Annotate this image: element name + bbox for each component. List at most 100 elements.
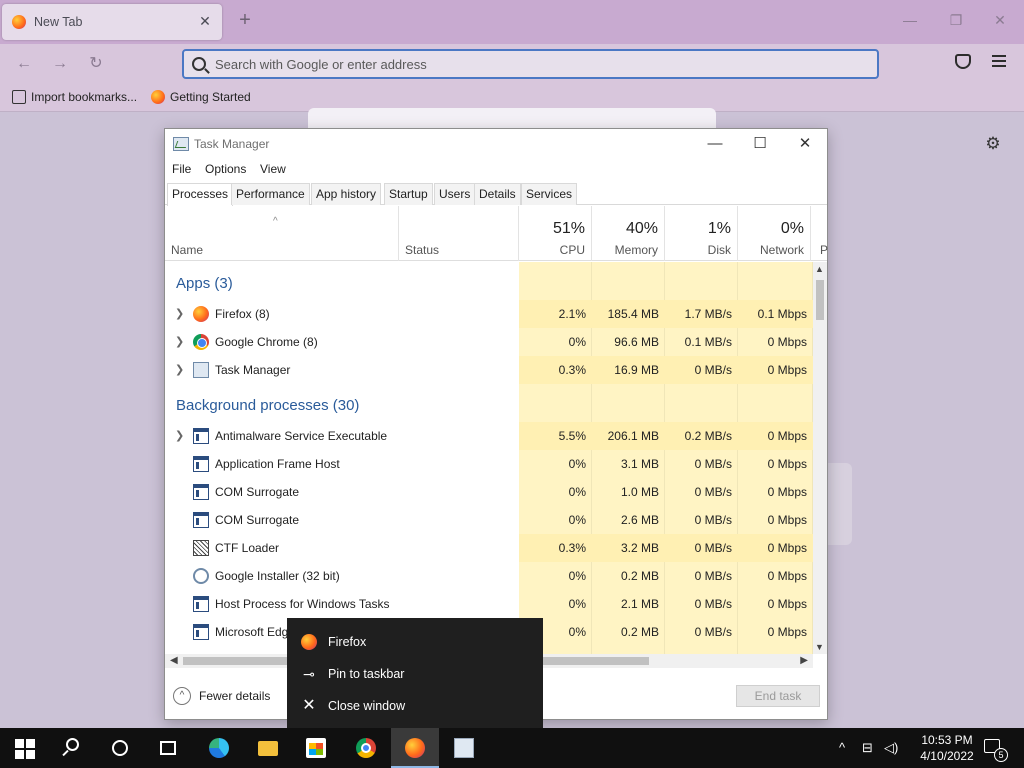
task-manager-icon — [454, 738, 474, 758]
column-name-label: Name — [171, 243, 204, 257]
pocket-icon[interactable] — [955, 54, 971, 69]
group-header-apps[interactable]: Apps (3) — [176, 275, 233, 292]
column-header-disk[interactable]: 1% Disk — [665, 206, 738, 261]
table-row[interactable]: Google Installer (32 bit) 0% 0.2 MB 0 MB/s 0… — [165, 562, 813, 590]
table-row[interactable]: ❯ Firefox (8) 2.1% 185.4 MB 1.7 MB/s 0.1 Mbps — [165, 300, 813, 328]
column-header-network[interactable]: 0% Network — [738, 206, 811, 261]
table-row[interactable]: COM Surrogate 0% 2.6 MB 0 MB/s 0 Mbps — [165, 506, 813, 534]
new-tab-card — [308, 108, 716, 130]
reload-button[interactable]: ↻ — [84, 52, 108, 76]
column-header-memory[interactable]: 40% Memory — [592, 206, 665, 261]
table-row[interactable]: ❯ Task Manager 0.3% 16.9 MB 0 MB/s 0 Mbps — [165, 356, 813, 384]
browser-maximize-button[interactable]: ❐ — [946, 10, 966, 30]
clock[interactable]: 10:53 PM 4/10/2022 — [912, 732, 982, 764]
scroll-left-icon[interactable]: ◀ — [170, 655, 178, 666]
column-header-cpu[interactable]: 51% CPU — [519, 206, 592, 261]
table-row[interactable]: Application Frame Host 0% 3.1 MB 0 MB/s 0 Mb… — [165, 450, 813, 478]
scroll-up-icon[interactable]: ▲ — [815, 264, 824, 274]
network-icon[interactable]: ⊟ — [862, 740, 873, 756]
menu-options[interactable]: Options — [205, 162, 246, 176]
maximize-button[interactable]: ☐ — [746, 133, 774, 155]
process-name: CTF Loader — [215, 541, 280, 555]
taskbar-edge[interactable] — [195, 728, 243, 768]
start-button[interactable] — [0, 728, 48, 768]
column-header-power[interactable]: P — [811, 206, 828, 261]
browser-close-button[interactable]: ✕ — [990, 10, 1010, 30]
menu-view[interactable]: View — [260, 162, 286, 176]
table-row[interactable]: ❯ Antimalware Service Executable 5.5% 206.1… — [165, 422, 813, 450]
volume-icon[interactable]: ◁) — [884, 740, 898, 756]
window-title: Task Manager — [194, 137, 270, 151]
process-network: 0 Mbps — [767, 625, 807, 639]
taskbar-file-explorer[interactable] — [244, 728, 292, 768]
back-button[interactable]: ← — [12, 52, 36, 76]
bookmark-getting-started[interactable]: Getting Started — [151, 90, 251, 104]
minimize-button[interactable]: — — [701, 133, 729, 155]
process-network: 0 Mbps — [738, 356, 813, 384]
fewer-details-link[interactable]: Fewer details — [199, 689, 270, 703]
tab-title: New Tab — [34, 15, 83, 29]
search-icon — [192, 57, 206, 71]
taskbar-chrome[interactable] — [342, 728, 390, 768]
process-cpu: 2.1% — [519, 300, 592, 328]
tab-details[interactable]: Details — [474, 183, 521, 205]
collapse-circle-icon[interactable]: ^ — [173, 687, 191, 705]
menu-file[interactable]: File — [172, 162, 191, 176]
jumplist-close-window[interactable]: ✕ Close window — [287, 690, 543, 722]
forward-button[interactable]: → — [48, 52, 72, 76]
new-tab-button[interactable]: + — [233, 8, 257, 32]
tab-startup[interactable]: Startup — [384, 183, 433, 205]
service-window-icon — [193, 484, 209, 500]
group-header-background[interactable]: Background processes (30) — [176, 397, 359, 414]
browser-tab-new-tab[interactable]: New Tab ✕ — [2, 4, 222, 40]
tab-close-button[interactable]: ✕ — [196, 12, 214, 30]
tab-users[interactable]: Users — [434, 183, 476, 205]
process-memory: 1.0 MB — [620, 485, 659, 499]
url-bar[interactable]: Search with Google or enter address — [182, 49, 879, 79]
browser-minimize-button[interactable]: — — [900, 10, 920, 30]
cpu-label: CPU — [559, 243, 585, 257]
tab-performance[interactable]: Performance — [231, 183, 310, 205]
hamburger-menu-icon[interactable] — [992, 55, 1006, 67]
url-placeholder: Search with Google or enter address — [215, 57, 427, 72]
scroll-right-icon[interactable]: ▶ — [800, 655, 808, 666]
taskbar-search-button[interactable] — [48, 728, 96, 768]
process-network: 0 Mbps — [767, 513, 807, 527]
chevron-up-icon[interactable]: ^ — [839, 740, 845, 755]
close-button[interactable]: ✕ — [791, 133, 819, 155]
firefox-icon — [193, 306, 209, 322]
chevron-right-icon[interactable]: ❯ — [175, 363, 184, 376]
task-manager-titlebar[interactable]: Task Manager — ☐ ✕ — [165, 129, 827, 159]
taskbar-store[interactable] — [292, 728, 340, 768]
chevron-right-icon[interactable]: ❯ — [175, 429, 184, 442]
jumplist-firefox[interactable]: Firefox — [287, 626, 543, 658]
vertical-scrollbar[interactable]: ▲ ▼ — [813, 262, 827, 654]
bookmark-import[interactable]: Import bookmarks... — [12, 90, 137, 104]
task-view-button[interactable] — [144, 728, 192, 768]
gear-icon[interactable]: ⚙ — [984, 135, 1002, 153]
firefox-icon — [301, 634, 317, 650]
process-memory: 2.6 MB — [620, 513, 659, 527]
table-row[interactable]: ❯ Google Chrome (8) 0% 96.6 MB 0.1 MB/s 0 Mbp… — [165, 328, 813, 356]
scroll-thumb[interactable] — [816, 280, 824, 320]
table-row[interactable]: Host Process for Windows Tasks 0% 2.1 MB 0 … — [165, 590, 813, 618]
table-row[interactable]: CTF Loader 0.3% 3.2 MB 0 MB/s 0 Mbps — [165, 534, 813, 562]
column-header-status[interactable]: Status — [399, 206, 519, 261]
chevron-right-icon[interactable]: ❯ — [175, 307, 184, 320]
tab-app-history[interactable]: App history — [311, 183, 382, 205]
scroll-down-icon[interactable]: ▼ — [815, 642, 824, 652]
table-row[interactable]: COM Surrogate 0% 1.0 MB 0 MB/s 0 Mbps — [165, 478, 813, 506]
taskbar-task-manager[interactable] — [440, 728, 488, 768]
tab-processes[interactable]: Processes — [167, 183, 234, 206]
process-name: Task Manager — [215, 363, 291, 377]
chevron-right-icon[interactable]: ❯ — [175, 335, 184, 348]
service-window-icon — [193, 624, 209, 640]
jumplist-pin-to-taskbar[interactable]: ⊸ Pin to taskbar — [287, 658, 543, 690]
tab-services[interactable]: Services — [521, 183, 578, 205]
process-cpu: 0% — [568, 335, 586, 349]
end-task-button[interactable]: End task — [736, 685, 820, 707]
process-cpu: 0% — [568, 569, 586, 583]
cortana-button[interactable] — [96, 728, 144, 768]
taskbar-firefox[interactable] — [391, 728, 439, 768]
column-header-name[interactable]: ^ Name — [165, 206, 399, 261]
